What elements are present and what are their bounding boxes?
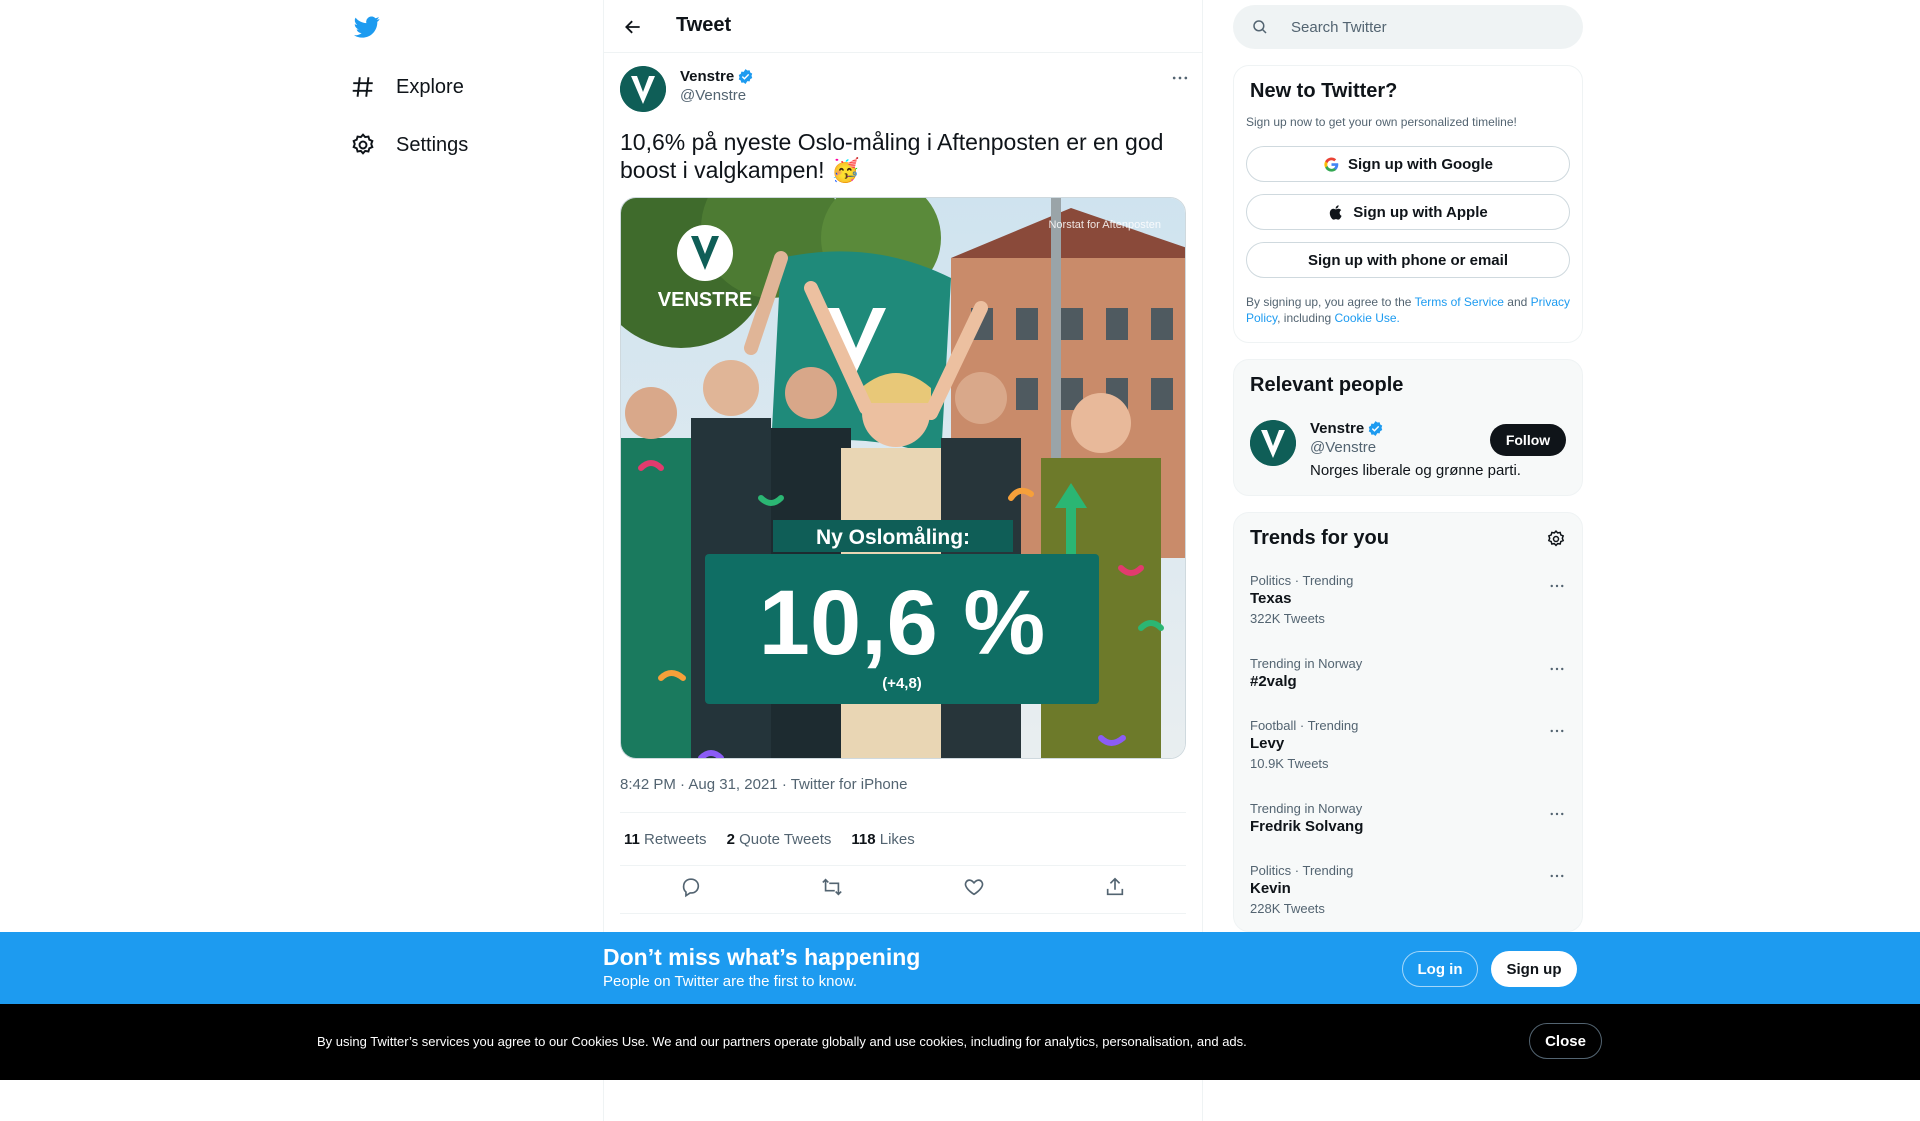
media-headline-text: Ny Oslomåling:: [816, 526, 970, 549]
more-dots-icon: [1172, 76, 1188, 80]
reply-button[interactable]: [680, 876, 702, 903]
login-banner: [0, 932, 1920, 1004]
signup-phone-button[interactable]: Sign up with phone or email: [1246, 242, 1570, 278]
retweet-icon: [822, 878, 843, 896]
media-delta-text: (+4,8): [882, 675, 922, 692]
cookie-text: By using Twitter’s services you agree to…: [317, 1034, 1247, 1049]
trend-item[interactable]: Politics · Trending Texas 322K Tweets: [1234, 573, 1582, 626]
signup-subtitle: Sign up now to get your own personalized…: [1246, 115, 1517, 129]
campaign-photo: VENSTRE Norstat for Aftenposten Ny Oslom…: [621, 198, 1185, 758]
banner-title: Don’t miss what’s happening: [603, 944, 921, 970]
more-dots-icon: [1550, 584, 1564, 588]
twitter-logo-icon[interactable]: [352, 14, 382, 40]
relevant-people-title: Relevant people: [1250, 374, 1404, 396]
login-button[interactable]: Log in: [1402, 951, 1478, 987]
tweet-time[interactable]: 8:42 PM: [620, 776, 676, 793]
gear-icon: [1547, 529, 1565, 547]
hashtag-icon: [352, 77, 373, 97]
signup-google-button[interactable]: Sign up with Google: [1246, 146, 1570, 182]
retweets-stat[interactable]: 11 Retweets: [624, 831, 707, 848]
search-icon: [1253, 20, 1267, 34]
tweet-text: 10,6% på nyeste Oslo-måling i Aftenposte…: [620, 129, 1164, 183]
relevant-avatar[interactable]: [1250, 420, 1296, 466]
trends-title: Trends for you: [1250, 527, 1389, 549]
media-brand-text: VENSTRE: [658, 289, 752, 311]
retweet-button[interactable]: [821, 876, 843, 903]
nav-item-explore[interactable]: Explore: [350, 67, 464, 107]
tweet-actions: [620, 866, 1186, 914]
signup-title: New to Twitter?: [1250, 80, 1398, 102]
search-placeholder: Search Twitter: [1291, 18, 1387, 36]
author-block[interactable]: Venstre @Venstre: [680, 68, 754, 104]
trend-more-button[interactable]: [1548, 867, 1566, 890]
tweet-image[interactable]: VENSTRE Norstat for Aftenposten Ny Oslom…: [620, 197, 1186, 759]
verified-badge-icon: [738, 69, 753, 84]
signup-apple-label: Sign up with Apple: [1353, 203, 1488, 221]
reply-icon: [682, 878, 699, 898]
relevant-author[interactable]: Venstre @Venstre Norges liberale og grøn…: [1310, 420, 1521, 479]
signup-button[interactable]: Sign up: [1491, 951, 1577, 987]
more-dots-icon: [1550, 874, 1564, 878]
cookie-close-button[interactable]: Close: [1529, 1023, 1602, 1059]
like-button[interactable]: [963, 876, 985, 903]
arrow-left-icon: [625, 20, 640, 34]
heart-icon: [964, 879, 984, 896]
more-dots-icon: [1550, 812, 1564, 816]
trend-item[interactable]: Trending in Norway #2valg: [1234, 656, 1582, 690]
banner-subtitle: People on Twitter are the first to know.: [603, 973, 858, 990]
trend-more-button[interactable]: [1548, 805, 1566, 828]
media-credit-text: Norstat for Aftenposten: [1048, 219, 1161, 231]
venstre-logo-icon: [620, 66, 666, 112]
relevant-bio: Norges liberale og grønne parti.: [1310, 462, 1521, 479]
share-icon: [1107, 877, 1124, 896]
quote-tweets-stat[interactable]: 2 Quote Tweets: [727, 831, 832, 848]
tweet-date[interactable]: Aug 31, 2021: [688, 776, 777, 793]
back-button[interactable]: [620, 14, 646, 40]
verified-badge-icon: [1368, 421, 1383, 436]
gear-icon: [352, 133, 374, 155]
author-avatar[interactable]: [620, 66, 666, 112]
likes-stat[interactable]: 118 Likes: [851, 831, 914, 848]
tweet-stats: 11 Retweets 2 Quote Tweets 118 Likes: [620, 812, 1186, 866]
signup-card: New to Twitter? Sign up now to get your …: [1233, 65, 1583, 343]
share-button[interactable]: [1104, 876, 1126, 903]
relevant-people-card: Relevant people Venstre @Venstre Norges …: [1233, 359, 1583, 496]
signup-apple-button[interactable]: Sign up with Apple: [1246, 194, 1570, 230]
more-dots-icon: [1550, 667, 1564, 671]
trend-more-button[interactable]: [1548, 722, 1566, 745]
signup-google-label: Sign up with Google: [1348, 155, 1493, 173]
tweet-meta: 8:42 PM · Aug 31, 2021 · Twitter for iPh…: [620, 776, 908, 793]
apple-icon: [1330, 204, 1342, 220]
cookie-link[interactable]: Cookie Use.: [1335, 311, 1400, 325]
media-big-value: 10,6 %: [759, 572, 1045, 674]
trend-item[interactable]: Football · Trending Levy 10.9K Tweets: [1234, 718, 1582, 771]
follow-button[interactable]: Follow: [1490, 424, 1566, 456]
trend-more-button[interactable]: [1548, 660, 1566, 683]
page-title: Tweet: [676, 14, 732, 36]
signup-phone-label: Sign up with phone or email: [1307, 251, 1508, 269]
tweet-header: Tweet: [604, 0, 1202, 53]
more-dots-icon: [1550, 729, 1564, 733]
nav-label-explore: Explore: [396, 75, 464, 98]
tweet-source[interactable]: Twitter for iPhone: [791, 776, 908, 793]
author-name: Venstre: [680, 68, 735, 85]
trends-settings-button[interactable]: [1546, 529, 1566, 554]
nav-item-settings[interactable]: Settings: [350, 125, 468, 165]
signup-legal: By signing up, you agree to the Terms of…: [1246, 295, 1570, 325]
nav-label-settings: Settings: [396, 133, 469, 156]
relevant-name: Venstre: [1310, 420, 1365, 437]
more-options-button[interactable]: [1170, 68, 1190, 93]
google-icon: [1324, 157, 1339, 172]
trend-item[interactable]: Politics · Trending Kevin 228K Tweets: [1234, 863, 1582, 916]
search-input[interactable]: Search Twitter: [1233, 5, 1583, 49]
terms-link[interactable]: Terms of Service: [1415, 295, 1504, 309]
trend-item[interactable]: Trending in Norway Fredrik Solvang: [1234, 801, 1582, 835]
author-handle: @Venstre: [680, 87, 747, 104]
venstre-logo-icon: [1250, 420, 1296, 466]
trend-more-button[interactable]: [1548, 577, 1566, 600]
trends-card: Trends for you Politics · Trending Texas…: [1233, 512, 1583, 932]
